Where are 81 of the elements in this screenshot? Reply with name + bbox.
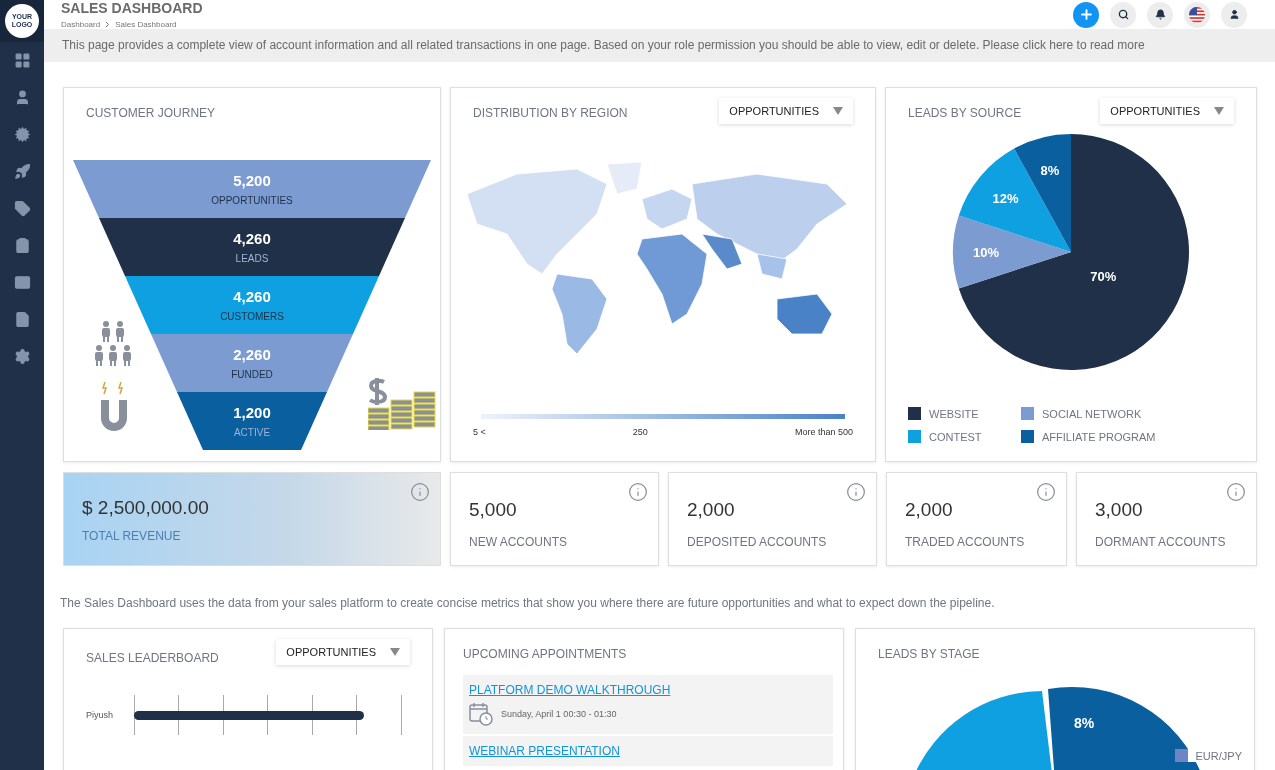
scale-label: More than 500 <box>794 427 853 437</box>
appointment-item[interactable]: PLATFORM DEMO WALKTHROUGH Sunday, April 1 00:30 - 01:30 <box>463 675 833 734</box>
legend-label: AFFILIATE PROGRAM <box>1042 430 1156 443</box>
plus-icon <box>1078 7 1094 22</box>
info-icon[interactable] <box>1226 482 1246 502</box>
rocket-icon[interactable] <box>13 163 31 180</box>
appointment-time: Sunday, April 1 00:30 - 01:30 <box>501 709 617 719</box>
stage-value: 4,260 <box>233 288 271 305</box>
stat-label: TRADED ACCOUNTS <box>905 535 1026 549</box>
info-banner: This page provides a complete view of account information and all related transactions in one page. Based on your role permission you should be able to view, edit or delete. Please click here to read more <box>44 29 1275 62</box>
appointment-link[interactable]: WEBINAR PRESENTATION <box>469 744 827 758</box>
card-title: UPCOMING APPOINTMENTS <box>463 647 628 661</box>
dropdown[interactable]: OPPORTUNITIES <box>276 639 410 665</box>
stat-value: 3,000 <box>1095 499 1144 521</box>
legend-label: EUR/JPY <box>1195 749 1242 762</box>
stage-value: 2,260 <box>233 346 271 363</box>
slice-label: 8% <box>1040 162 1060 178</box>
appointment-link[interactable]: PLATFORM DEMO WALKTHROUGH <box>469 683 827 697</box>
scale-label: 250 <box>632 427 648 437</box>
settings-icon[interactable] <box>13 348 31 365</box>
caret-icon <box>833 107 843 115</box>
card-title: DISTRIBUTION BY REGION <box>473 106 628 120</box>
user-icon <box>1228 9 1240 20</box>
stage-label: ACTIVE <box>233 427 271 438</box>
card-title: LEADS BY STAGE <box>878 647 981 661</box>
magnet-icon <box>100 380 128 432</box>
breadcrumb-link[interactable]: Dashboard <box>61 20 101 29</box>
add-button[interactable] <box>1073 1 1099 28</box>
slice-label: 70% <box>1090 268 1117 284</box>
stage-value: 4,260 <box>233 230 271 247</box>
card-title: CUSTOMER JOURNEY <box>86 106 217 120</box>
stat-label: DORMANT ACCOUNTS <box>1095 535 1227 549</box>
stat-value: 2,000 <box>687 499 736 521</box>
stage-label: OPPORTUNITIES <box>211 195 293 206</box>
page-title: SALES DASHBOARD <box>61 0 203 16</box>
stat-value: 2,000 <box>905 499 954 521</box>
info-icon[interactable] <box>628 482 648 502</box>
dashboard-icon[interactable] <box>13 52 31 69</box>
slice-label: 8% <box>1074 715 1095 731</box>
caret-icon <box>1214 107 1224 115</box>
info-icon[interactable] <box>1036 482 1056 502</box>
revenue-value: $ 2,500,000.00 <box>82 497 210 519</box>
calendar-clock-icon <box>469 702 493 726</box>
stage-value: 5,200 <box>233 172 271 189</box>
stat-label: DEPOSITED ACCOUNTS <box>687 535 828 549</box>
gear-icon[interactable] <box>13 126 31 143</box>
notifications-button[interactable] <box>1147 1 1173 28</box>
stat-label: NEW ACCOUNTS <box>469 535 568 549</box>
slice-label: 12% <box>992 190 1019 206</box>
stat-value: 5,000 <box>469 499 518 521</box>
money-stack-icon <box>368 378 436 430</box>
stage-label: CUSTOMERS <box>220 311 284 322</box>
slice-label: 10% <box>973 245 1000 260</box>
breadcrumb-current: Sales Dashboard <box>115 20 177 29</box>
dropdown[interactable]: OPPORTUNITIES <box>1100 98 1234 124</box>
description-text: The Sales Dashboard uses the data from your sales platform to create concise metrics that show you where there are future opportunities and what to expect down the pipeline. <box>60 596 996 610</box>
appointment-item[interactable]: WEBINAR PRESENTATION <box>463 736 833 766</box>
document-icon[interactable] <box>13 311 31 328</box>
tag-icon[interactable] <box>13 200 31 217</box>
card-title: SALES LEADERBOARD <box>86 651 219 665</box>
bell-icon <box>1154 9 1166 20</box>
scale-label: 5 < <box>473 427 486 437</box>
flag-icon <box>1189 6 1205 23</box>
language-button[interactable] <box>1184 1 1210 28</box>
search-button[interactable] <box>1110 1 1136 28</box>
caret-icon <box>390 648 400 656</box>
info-icon[interactable] <box>846 482 866 502</box>
stage-value: 1,200 <box>233 404 271 421</box>
search-icon <box>1117 9 1129 20</box>
legend-label: WEBSITE <box>929 407 979 420</box>
card-title: LEADS BY SOURCE <box>908 106 1022 120</box>
dropdown[interactable]: OPPORTUNITIES <box>719 98 853 124</box>
profile-button[interactable] <box>1221 1 1247 28</box>
info-icon[interactable] <box>410 482 430 502</box>
stage-label: FUNDED <box>231 369 273 380</box>
legend-label: CONTEST <box>929 430 982 443</box>
legend-label: SOCIAL NETWORK <box>1042 407 1142 420</box>
rep-name: Piyush <box>86 710 114 720</box>
chevron-icon <box>105 21 111 28</box>
revenue-label: TOTAL REVENUE <box>82 529 182 543</box>
stage-label: LEADS <box>235 253 269 264</box>
